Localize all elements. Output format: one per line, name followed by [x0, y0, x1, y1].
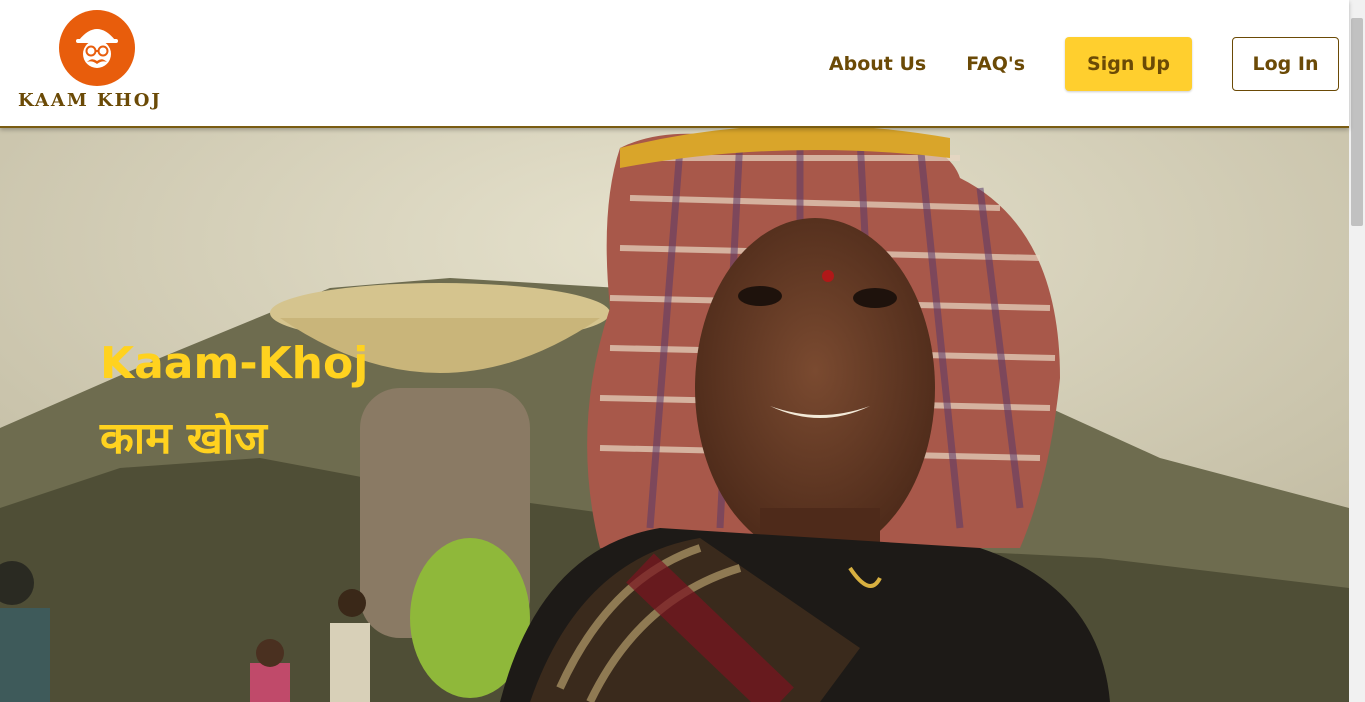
scrollbar-thumb[interactable]	[1351, 18, 1363, 226]
site-header: KAAM KHOJ About Us FAQ's Sign Up Log In	[0, 0, 1349, 128]
nav-faq[interactable]: FAQ's	[966, 53, 1025, 75]
hero-banner: Kaam-Khoj काम खोज	[0, 128, 1349, 702]
brand-logo-text: KAAM KHOJ	[18, 90, 162, 111]
worker-mascot-icon	[59, 10, 135, 86]
nav-about-us[interactable]: About Us	[829, 53, 926, 75]
hero-title: Kaam-Khoj	[100, 338, 369, 389]
brand-logo[interactable]: KAAM KHOJ	[18, 10, 178, 114]
page-scrollbar[interactable]	[1349, 0, 1365, 702]
main-nav: About Us FAQ's Sign Up Log In	[829, 36, 1339, 92]
hero-subtitle: काम खोज	[100, 413, 267, 464]
log-in-button[interactable]: Log In	[1232, 37, 1339, 91]
sign-up-button[interactable]: Sign Up	[1065, 37, 1192, 91]
